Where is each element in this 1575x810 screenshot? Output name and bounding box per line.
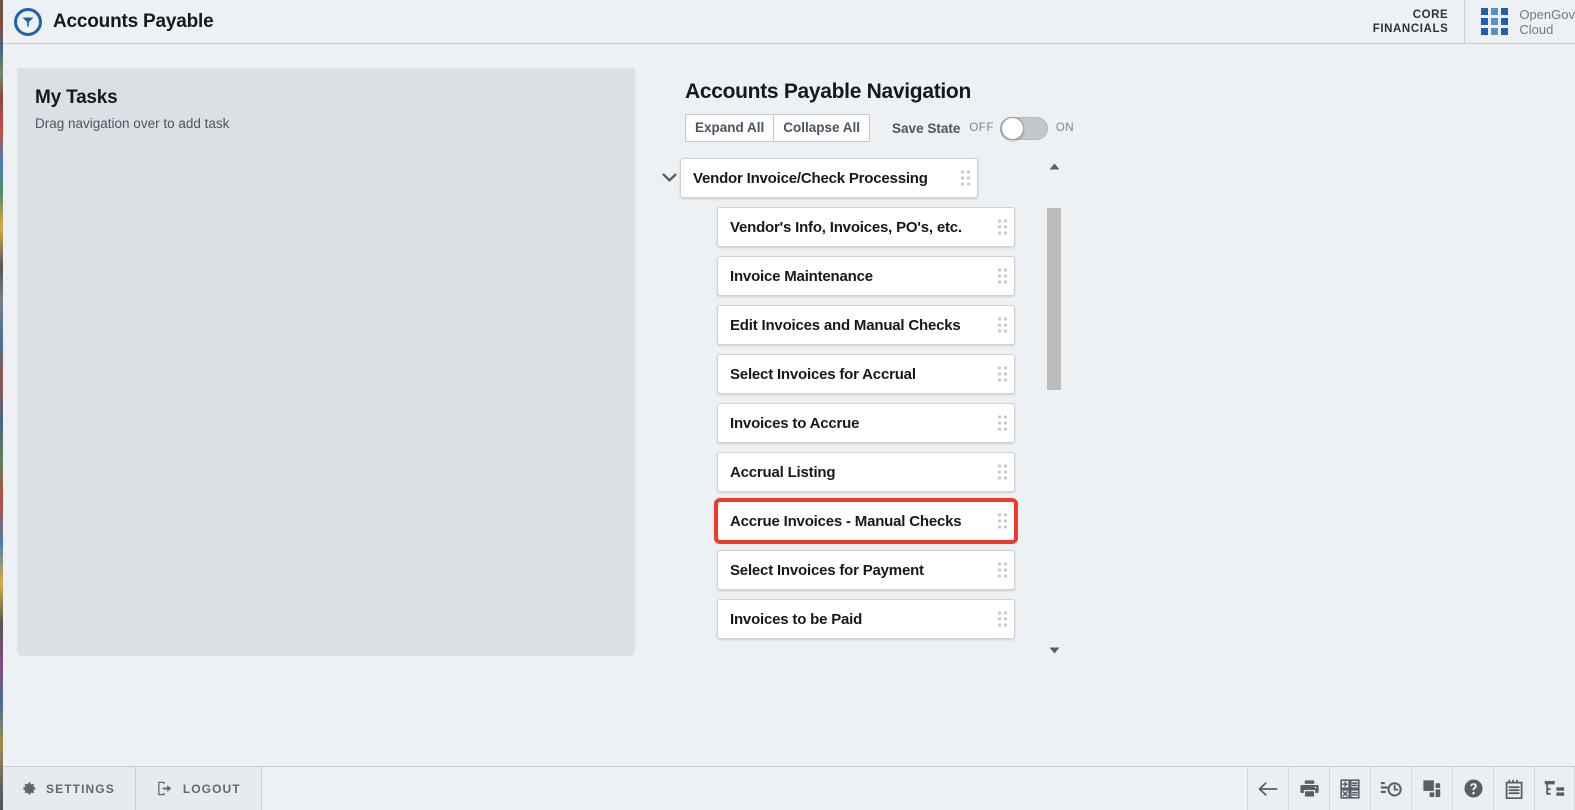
- opengov-arrow-logo-icon[interactable]: [14, 7, 42, 36]
- drag-handle-icon[interactable]: [998, 464, 1007, 480]
- collapse-all-button[interactable]: Collapse All: [774, 114, 871, 142]
- scrollbar-track[interactable]: [1045, 178, 1063, 638]
- footer-left-group: SETTINGS LOGOUT: [0, 767, 262, 810]
- my-tasks-title: My Tasks: [35, 87, 118, 108]
- product-switcher[interactable]: OpenGov Cloud: [1465, 7, 1575, 37]
- drag-handle-icon[interactable]: [998, 268, 1007, 284]
- tree-node-label: Accrual Listing: [730, 463, 836, 481]
- tree-node-child[interactable]: Invoices to Accrue: [717, 403, 1015, 443]
- suite-name-line1: CORE: [1412, 8, 1449, 21]
- tree-node-label: Accrue Invoices - Manual Checks: [730, 512, 962, 530]
- tree-node-parent[interactable]: Vendor Invoice/Check Processing: [680, 158, 978, 198]
- tree-children: Vendor's Info, Invoices, PO's, etc. Invoi…: [658, 207, 1068, 639]
- save-state-toggle[interactable]: [999, 116, 1048, 140]
- navigation-controls: Expand All Collapse All Save State OFF O…: [685, 114, 1085, 142]
- my-tasks-panel[interactable]: My Tasks Drag navigation over to add tas…: [17, 68, 635, 656]
- settings-button[interactable]: SETTINGS: [0, 767, 136, 810]
- tree-node-child[interactable]: Invoice Maintenance: [717, 256, 1015, 296]
- drag-handle-icon[interactable]: [998, 415, 1007, 431]
- back-arrow-icon[interactable]: [1247, 767, 1288, 810]
- scroll-up-arrow-icon[interactable]: [1047, 160, 1061, 172]
- product-name-line2: Cloud: [1519, 21, 1554, 37]
- app-root: Accounts Payable CORE FINANCIALS OpenGov…: [0, 0, 1575, 810]
- my-tasks-empty-hint: Drag navigation over to add task: [35, 116, 230, 131]
- settings-button-label: SETTINGS: [46, 781, 115, 796]
- navigation-tree: Vendor Invoice/Check Processing Vendor's…: [658, 158, 1068, 658]
- product-name-line1: OpenGov: [1519, 6, 1575, 22]
- expand-collapse-group: Expand All Collapse All: [685, 114, 871, 142]
- footer-bar: SETTINGS LOGOUT: [0, 766, 1575, 810]
- save-state-toggle-knob: [1000, 116, 1024, 140]
- chevron-down-icon[interactable]: [658, 173, 680, 183]
- tree-node-child[interactable]: Accrual Listing: [717, 452, 1015, 492]
- tree-node-label: Vendor's Info, Invoices, PO's, etc.: [730, 218, 962, 236]
- logout-button[interactable]: LOGOUT: [135, 767, 262, 810]
- suite-name: CORE FINANCIALS: [1373, 8, 1465, 36]
- header-right: CORE FINANCIALS OpenGov Cloud: [1373, 0, 1575, 43]
- windows-stack-icon[interactable]: [1411, 767, 1452, 810]
- tree-child-row: Select Invoices for Accrual: [658, 354, 1068, 394]
- footer-toolbar: [1247, 767, 1575, 810]
- tree-child-row: Invoices to be Paid: [658, 599, 1068, 639]
- tree-child-row: Accrue Invoices - Manual Checks: [658, 498, 1068, 544]
- drag-handle-icon[interactable]: [998, 513, 1007, 529]
- app-grid-icon[interactable]: [1481, 8, 1509, 35]
- logout-button-label: LOGOUT: [182, 781, 241, 796]
- tree-child-row: Invoices to Accrue: [658, 403, 1068, 443]
- help-icon[interactable]: [1452, 767, 1493, 810]
- tree-node-child[interactable]: Edit Invoices and Manual Checks: [717, 305, 1015, 345]
- tree-child-row: Accrual Listing: [658, 452, 1068, 492]
- drag-handle-icon[interactable]: [998, 562, 1007, 578]
- navigation-scrollbar[interactable]: [1044, 160, 1064, 656]
- logout-icon: [156, 780, 174, 797]
- tree-node-label: Select Invoices for Accrual: [730, 365, 916, 383]
- drag-handle-icon[interactable]: [998, 219, 1007, 235]
- gear-icon: [20, 780, 37, 797]
- tree-node-label: Invoices to Accrue: [730, 414, 860, 432]
- scrollbar-thumb[interactable]: [1047, 208, 1061, 390]
- tree-child-row: Invoice Maintenance: [658, 256, 1068, 296]
- save-state-on-label: ON: [1055, 122, 1075, 134]
- tree-child-row: Select Invoices for Payment: [658, 550, 1068, 590]
- print-icon[interactable]: [1288, 767, 1329, 810]
- scroll-down-arrow-icon[interactable]: [1047, 644, 1061, 656]
- left-edge-strip: [0, 0, 3, 810]
- suite-name-line2: FINANCIALS: [1372, 22, 1449, 35]
- tree-node-label: Edit Invoices and Manual Checks: [730, 316, 961, 334]
- notepad-icon[interactable]: [1493, 767, 1534, 810]
- tree-child-row: Edit Invoices and Manual Checks: [658, 305, 1068, 345]
- tree-node-label: Invoice Maintenance: [730, 267, 873, 285]
- save-state-label: Save State: [892, 120, 961, 136]
- tree-node-child[interactable]: Select Invoices for Accrual: [717, 354, 1015, 394]
- tree-node-child[interactable]: Invoices to be Paid: [717, 599, 1015, 639]
- tree-node-child[interactable]: Select Invoices for Payment: [717, 550, 1015, 590]
- tree-parent-row: Vendor Invoice/Check Processing: [658, 158, 1068, 198]
- drag-handle-icon[interactable]: [998, 611, 1007, 627]
- save-state-control: Save State OFF ON: [892, 116, 1075, 140]
- tree-node-child-highlighted[interactable]: Accrue Invoices - Manual Checks: [714, 498, 1018, 544]
- expand-all-button[interactable]: Expand All: [685, 114, 775, 142]
- navigation-header: Accounts Payable Navigation Expand All C…: [685, 80, 1085, 142]
- save-state-off-label: OFF: [969, 122, 994, 134]
- app-header: Accounts Payable CORE FINANCIALS OpenGov…: [0, 0, 1575, 44]
- drag-handle-icon[interactable]: [998, 317, 1007, 333]
- drag-handle-icon[interactable]: [998, 366, 1007, 382]
- tree-view-icon[interactable]: [1534, 767, 1575, 810]
- tree-node-label: Vendor Invoice/Check Processing: [693, 169, 928, 187]
- tree-child-row: Vendor's Info, Invoices, PO's, etc.: [658, 207, 1068, 247]
- header-brand: Accounts Payable: [0, 7, 214, 36]
- page-title: Accounts Payable: [53, 10, 214, 32]
- calculator-icon[interactable]: [1329, 767, 1370, 810]
- tree-node-label: Invoices to be Paid: [730, 610, 863, 628]
- tree-node-child[interactable]: Vendor's Info, Invoices, PO's, etc.: [717, 207, 1015, 247]
- schedule-clock-icon[interactable]: [1370, 767, 1411, 810]
- product-name: OpenGov Cloud: [1519, 7, 1575, 37]
- navigation-title: Accounts Payable Navigation: [685, 80, 971, 103]
- drag-handle-icon[interactable]: [961, 170, 970, 186]
- tree-node-label: Select Invoices for Payment: [730, 561, 924, 579]
